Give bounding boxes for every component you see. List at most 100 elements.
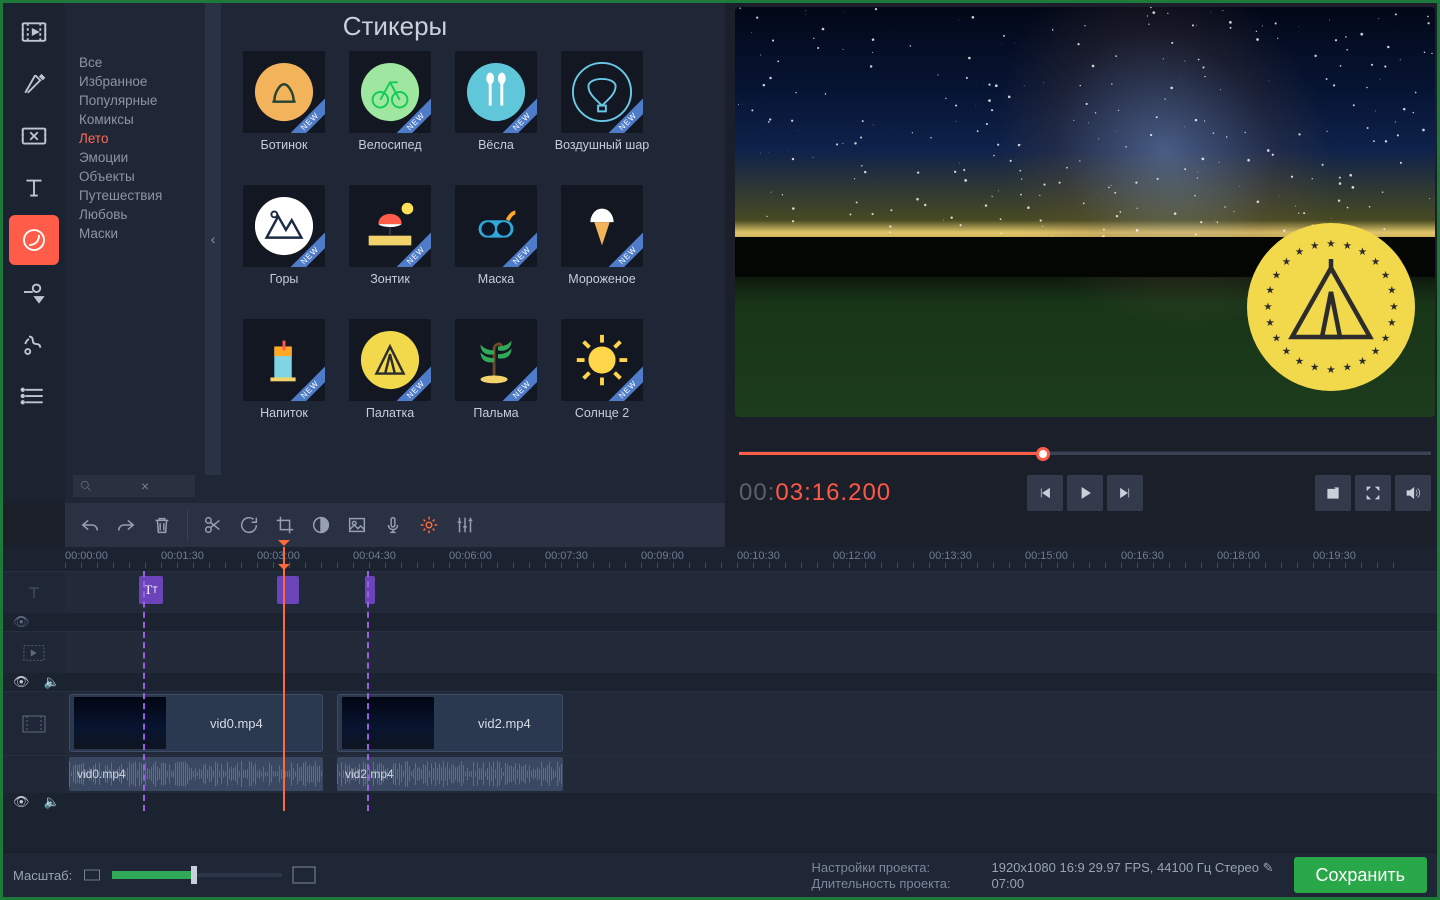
rail-media[interactable] xyxy=(9,7,59,57)
timeline-ruler[interactable]: 00:00:0000:01:3000:03:0000:04:3000:06:00… xyxy=(3,547,1437,571)
category-item[interactable]: Избранное xyxy=(79,72,205,91)
rail-more[interactable] xyxy=(9,371,59,421)
preview-scrubber[interactable] xyxy=(739,443,1431,463)
rail-filters[interactable] xyxy=(9,59,59,109)
timeline-marker[interactable] xyxy=(367,571,369,811)
category-item[interactable]: Все xyxy=(79,53,205,72)
svg-text:★: ★ xyxy=(1265,284,1275,296)
svg-text:★: ★ xyxy=(1326,238,1336,250)
panel-title: Стикеры xyxy=(65,11,725,42)
category-item[interactable]: Лето xyxy=(79,129,205,148)
bottom-bar: Масштаб: Настройки проекта:1920x1080 16:… xyxy=(3,853,1437,897)
project-duration-value: 07:00 xyxy=(992,876,1025,891)
zoom-control[interactable]: Масштаб: xyxy=(13,866,316,884)
undo-button[interactable] xyxy=(73,508,107,542)
collapse-categories[interactable]: ‹ xyxy=(205,3,221,475)
svg-text:★: ★ xyxy=(1272,269,1282,281)
category-item[interactable]: Любовь xyxy=(79,205,205,224)
category-search[interactable]: × xyxy=(73,475,195,497)
color-adjust-button[interactable] xyxy=(304,508,338,542)
picture-button[interactable] xyxy=(340,508,374,542)
svg-text:★: ★ xyxy=(1295,355,1305,367)
preview-viewport[interactable]: ★★★★★★★★★★★★★★★★★★★★★★★★ xyxy=(735,7,1435,417)
transport-bar: 00:03:16.200 xyxy=(739,471,1431,515)
visibility-icon[interactable]: 👁 xyxy=(13,794,30,810)
rail-stickers[interactable] xyxy=(9,215,59,265)
zoom-out-icon[interactable] xyxy=(82,867,102,883)
sticker-tile[interactable]: NEWБотинок xyxy=(231,51,337,183)
sticker-tile[interactable]: NEWЗонтик xyxy=(337,185,443,317)
popout-button[interactable] xyxy=(1315,475,1351,511)
sticker-tile[interactable]: NEWПалатка xyxy=(337,319,443,451)
equalizer-button[interactable] xyxy=(448,508,482,542)
sticker-tile[interactable]: NEWВёсла xyxy=(443,51,549,183)
clip-properties-button[interactable] xyxy=(412,508,446,542)
overlay-track-head[interactable] xyxy=(3,632,65,673)
sticker-tile[interactable]: NEWВелосипед xyxy=(337,51,443,183)
svg-text:★: ★ xyxy=(1326,364,1336,376)
sticker-tile[interactable]: NEWПальма xyxy=(443,319,549,451)
search-icon xyxy=(79,479,93,493)
timecode: 00:03:16.200 xyxy=(739,479,891,508)
overlay-track[interactable] xyxy=(65,632,1437,673)
video-track[interactable]: vid0.mp4vid2.mp4 xyxy=(65,692,1437,755)
category-item[interactable]: Объекты xyxy=(79,167,205,186)
rail-callouts[interactable] xyxy=(9,267,59,317)
next-frame-button[interactable] xyxy=(1107,475,1143,511)
left-rail xyxy=(3,3,65,503)
prev-frame-button[interactable] xyxy=(1027,475,1063,511)
mic-button[interactable] xyxy=(376,508,410,542)
timeline-marker[interactable] xyxy=(143,571,145,811)
sticker-tent-icon: ★★★★★★★★★★★★★★★★★★★★★★★★ xyxy=(1256,232,1406,382)
crop-button[interactable] xyxy=(268,508,302,542)
fullscreen-button[interactable] xyxy=(1355,475,1391,511)
rotate-button[interactable] xyxy=(232,508,266,542)
mute-icon[interactable]: 🔈 xyxy=(44,674,60,690)
svg-text:★: ★ xyxy=(1371,256,1381,268)
visibility-icon[interactable]: 👁 xyxy=(13,674,30,690)
rail-transitions[interactable] xyxy=(9,111,59,161)
svg-text:★: ★ xyxy=(1381,269,1391,281)
save-button[interactable]: Сохранить xyxy=(1294,857,1427,893)
category-item[interactable]: Комиксы xyxy=(79,110,205,129)
sticker-tile[interactable]: NEWГоры xyxy=(231,185,337,317)
edit-settings-icon[interactable]: ✎ xyxy=(1263,860,1274,875)
category-item[interactable]: Маски xyxy=(79,224,205,243)
play-button[interactable] xyxy=(1067,475,1103,511)
sticker-tile[interactable]: NEWМороженое xyxy=(549,185,655,317)
category-item[interactable]: Путешествия xyxy=(79,186,205,205)
video-track-head[interactable] xyxy=(3,692,65,755)
scrubber-knob[interactable] xyxy=(1036,447,1050,461)
volume-button[interactable] xyxy=(1395,475,1431,511)
svg-text:★: ★ xyxy=(1310,362,1320,374)
project-duration-label: Длительность проекта: xyxy=(812,876,992,891)
category-item[interactable]: Популярные xyxy=(79,91,205,110)
sticker-tile[interactable]: NEWНапиток xyxy=(231,319,337,451)
clear-search-icon[interactable]: × xyxy=(141,478,189,494)
sticker-tile[interactable]: NEWВоздушный шар xyxy=(549,51,655,183)
sticker-tile[interactable]: NEWМаска xyxy=(443,185,549,317)
audio-clip[interactable]: vid2.mp4 xyxy=(337,757,563,791)
delete-button[interactable] xyxy=(145,508,179,542)
rail-animation[interactable] xyxy=(9,319,59,369)
video-clip[interactable]: vid2.mp4 xyxy=(337,694,563,752)
title-track[interactable]: TT xyxy=(65,572,1437,613)
audio-track-head[interactable] xyxy=(3,756,65,793)
audio-track[interactable]: vid0.mp4vid2.mp4 xyxy=(65,756,1437,793)
split-button[interactable] xyxy=(196,508,230,542)
title-clip[interactable] xyxy=(277,576,299,604)
rail-titles[interactable] xyxy=(9,163,59,213)
playhead[interactable] xyxy=(283,571,285,811)
preview-sticker-tent[interactable]: ★★★★★★★★★★★★★★★★★★★★★★★★ xyxy=(1247,223,1415,391)
visibility-icon[interactable]: 👁 xyxy=(13,614,30,630)
stickers-panel: Стикеры ВсеИзбранноеПопулярныеКомиксыЛет… xyxy=(65,3,725,503)
mute-icon[interactable]: 🔈 xyxy=(44,794,60,810)
svg-text:★: ★ xyxy=(1343,362,1353,374)
title-track-head[interactable] xyxy=(3,572,65,613)
category-item[interactable]: Эмоции xyxy=(79,148,205,167)
redo-button[interactable] xyxy=(109,508,143,542)
sticker-grid: NEWБотинокNEWВелосипедNEWВёслаNEWВоздушн… xyxy=(231,51,655,451)
zoom-slider[interactable] xyxy=(112,873,282,877)
zoom-in-icon[interactable] xyxy=(292,866,316,884)
sticker-tile[interactable]: NEWСолнце 2 xyxy=(549,319,655,451)
